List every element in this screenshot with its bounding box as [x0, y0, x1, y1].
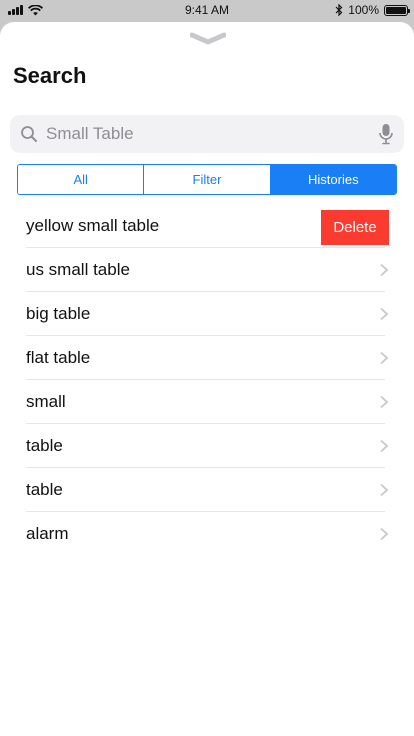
list-item-label: big table: [26, 303, 91, 323]
bluetooth-icon: [335, 4, 343, 16]
list-item-label: small: [26, 391, 66, 411]
microphone-icon[interactable]: [378, 123, 394, 145]
battery-fill: [386, 6, 406, 14]
segmented-control: All Filter Histories: [17, 164, 397, 195]
chevron-right-icon: [380, 307, 389, 320]
search-icon: [21, 126, 37, 142]
status-left: [8, 4, 128, 16]
list-item[interactable]: us small table: [26, 248, 389, 292]
chevron-right-icon: [380, 439, 389, 452]
list-item[interactable]: flat table: [26, 336, 389, 380]
chevron-down-icon[interactable]: [190, 32, 226, 46]
segment-all[interactable]: All: [18, 165, 145, 194]
list-item-label: alarm: [26, 524, 69, 543]
chevron-right-icon: [380, 395, 389, 408]
search-sheet: Search All Filter Histories yellow small…: [0, 22, 414, 736]
chevron-right-icon: [380, 483, 389, 496]
delete-button[interactable]: Delete: [321, 210, 389, 245]
list-item[interactable]: alarm: [26, 512, 389, 556]
list-item-label: flat table: [26, 347, 91, 367]
status-bar: 9:41 AM 100%: [0, 0, 414, 20]
chevron-right-icon: [380, 527, 389, 541]
search-input[interactable]: [46, 124, 378, 144]
list-item[interactable]: small: [26, 380, 389, 424]
page-title: Search: [13, 63, 87, 88]
signal-icon: [8, 5, 23, 15]
segment-filter[interactable]: Filter: [144, 165, 271, 194]
chevron-right-icon: [380, 263, 389, 276]
list-item[interactable]: table: [26, 424, 389, 468]
search-bar[interactable]: [10, 115, 404, 153]
chevron-right-icon: [380, 351, 389, 364]
battery-icon: [384, 4, 410, 16]
status-right: 100%: [288, 3, 410, 17]
list-item[interactable]: big table: [26, 292, 389, 336]
segment-histories[interactable]: Histories: [270, 165, 396, 194]
history-list: yellow small table Delete us small table…: [26, 204, 389, 556]
battery-percent: 100%: [348, 3, 379, 17]
list-item-label: table: [26, 479, 63, 499]
list-item-label: yellow small table: [26, 215, 160, 235]
list-item[interactable]: table: [26, 468, 389, 512]
list-item[interactable]: yellow small table Delete: [26, 204, 389, 248]
wifi-icon: [28, 4, 43, 15]
list-item-label: us small table: [26, 259, 130, 279]
list-item-label: table: [26, 435, 63, 455]
